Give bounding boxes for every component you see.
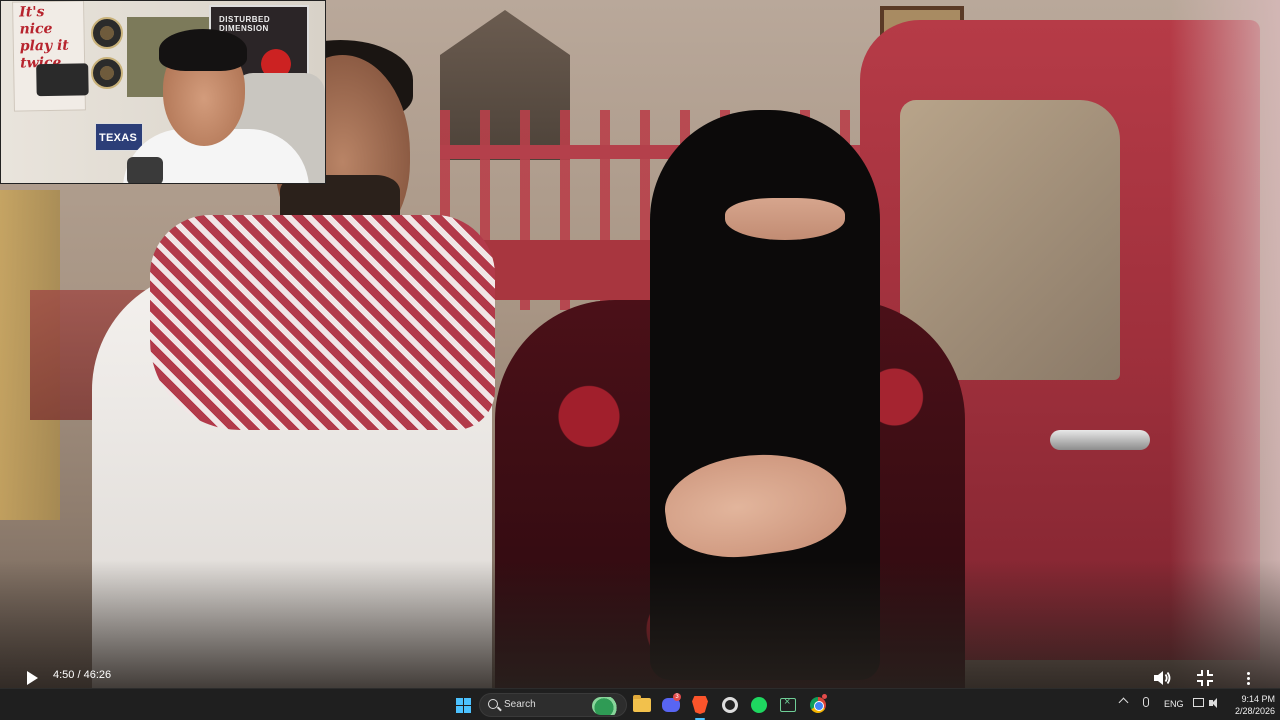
clock-time: 9:14 PM: [1241, 694, 1275, 704]
search-highlight-icon: [592, 697, 622, 715]
windows-icon: [455, 697, 471, 713]
discord-button[interactable]: 3: [659, 693, 683, 717]
badge-icon: [91, 17, 123, 49]
speaker-icon[interactable]: [1209, 697, 1221, 709]
badge-icon: [91, 57, 123, 89]
spotify-icon: [751, 697, 767, 713]
notification-badge: 3: [673, 693, 681, 701]
volume-icon: [1154, 671, 1171, 685]
exit-fullscreen-button[interactable]: [1194, 668, 1216, 688]
spotify-button[interactable]: [747, 693, 771, 717]
scene-man-shemagh: [150, 215, 495, 430]
streamer-hair: [159, 29, 247, 71]
player-controls: 4:50 / 46:26: [0, 666, 1280, 688]
clock-date: 2/28/2026: [1234, 706, 1275, 716]
brave-icon: [692, 696, 708, 714]
xbox-button[interactable]: [776, 693, 800, 717]
more-vertical-icon: [1246, 671, 1250, 685]
chrome-icon: [810, 697, 826, 713]
microphone: [127, 157, 163, 183]
band-poster-title: DISTURBED DIMENSION: [219, 15, 271, 33]
taskbar-search[interactable]: Search: [479, 693, 627, 717]
obs-button[interactable]: [718, 693, 742, 717]
chevron-up-icon[interactable]: [1118, 697, 1129, 708]
exit-fullscreen-icon: [1197, 670, 1213, 686]
play-button[interactable]: [22, 669, 42, 687]
badges: [91, 17, 127, 97]
play-icon: [26, 671, 38, 685]
poster-text: It's nice play it twice: [19, 4, 69, 71]
texas-sign: TEXAS: [95, 123, 143, 151]
microphone-icon[interactable]: [1143, 697, 1149, 707]
play-it-twice-poster: It's nice play it twice: [12, 1, 89, 112]
notification-dot: [822, 694, 827, 699]
volume-button[interactable]: [1151, 668, 1173, 688]
folder-icon: [633, 695, 651, 712]
obs-icon: [722, 697, 738, 713]
chrome-button[interactable]: [806, 693, 830, 717]
start-button[interactable]: [451, 693, 475, 717]
display-icon[interactable]: [1193, 698, 1204, 707]
time-display: 4:50 / 46:26: [53, 669, 112, 681]
more-options-button[interactable]: [1240, 668, 1256, 688]
taskbar: Search 3 ENG 9:14 PM 2/28/2026: [0, 688, 1280, 720]
webcam-overlay: It's nice play it twice DISTURBED DIMENS…: [0, 0, 326, 184]
brave-button[interactable]: [688, 693, 712, 720]
taskbar-clock[interactable]: 9:14 PM 2/28/2026: [1225, 693, 1275, 717]
search-icon: [488, 699, 498, 709]
scene-woman-eyes: [725, 198, 845, 240]
scene-door-handle: [1050, 430, 1150, 450]
record-player-icon: [36, 63, 89, 97]
search-label: Search: [504, 699, 536, 710]
xbox-icon: [780, 696, 796, 712]
language-indicator[interactable]: ENG: [1164, 699, 1184, 709]
texas-sign-label: TEXAS: [99, 132, 138, 144]
file-explorer-button[interactable]: [630, 693, 654, 717]
